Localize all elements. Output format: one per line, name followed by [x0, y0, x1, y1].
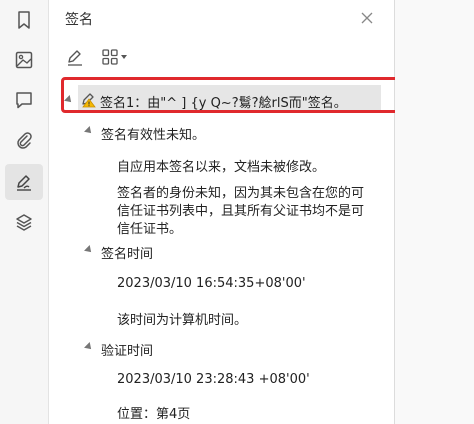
panel-title: 签名	[65, 12, 93, 28]
bookmark-button[interactable]	[5, 2, 43, 38]
sign-time-expand-arrow-icon[interactable]	[84, 245, 94, 255]
bookmark-icon	[18, 11, 30, 29]
document-area	[395, 0, 474, 424]
validity-heading: 签名有效性未知。	[101, 128, 206, 143]
validity-expand-arrow-icon[interactable]	[84, 126, 94, 136]
left-rail	[0, 0, 49, 424]
sign-time-heading: 签名时间	[101, 247, 154, 262]
signature-pen-icon	[17, 175, 31, 191]
image-icon	[15, 51, 33, 69]
verify-time-value: 2023/03/10 23:28:43 +08'00'	[117, 372, 310, 387]
time-source-text: 该时间为计算机时间。	[117, 313, 248, 328]
image-button[interactable]	[5, 42, 43, 78]
comment-button[interactable]	[5, 82, 43, 118]
doc-unmodified-text: 自应用本签名以来，文档未被修改。	[117, 160, 326, 175]
layers-icon	[16, 214, 32, 231]
signature-highlight-box	[61, 77, 434, 113]
signature-pen-icon	[68, 50, 82, 66]
layers-button[interactable]	[5, 204, 43, 240]
identity-unknown-line2: 信任证书列表中，且其所有父证书均不是可	[117, 204, 365, 219]
attachment-button[interactable]	[5, 122, 43, 158]
close-icon	[361, 12, 373, 24]
signature-panel-button[interactable]	[5, 164, 43, 200]
view-options-dropdown[interactable]	[102, 46, 134, 68]
verify-time-heading: 验证时间	[101, 344, 154, 359]
verify-time-expand-arrow-icon[interactable]	[84, 342, 94, 352]
chevron-down-icon	[121, 55, 127, 59]
sign-document-button[interactable]	[65, 46, 89, 68]
signature-panel: 签名 签名1：由"^ ] {y Q~?鬄?艌rlS而"签名。 签名有效性未知。 …	[49, 0, 434, 424]
identity-unknown-line1: 签名者的身份未知，因为其未包含在您的可	[117, 186, 365, 201]
identity-unknown-line3: 信任证书。	[117, 222, 183, 237]
grid-icon	[102, 49, 118, 65]
close-panel-button[interactable]	[357, 8, 377, 28]
comment-icon	[16, 92, 32, 109]
paperclip-icon	[17, 132, 32, 149]
location-text: 位置：第4页	[117, 407, 191, 422]
sign-time-value: 2023/03/10 16:54:35+08'00'	[117, 276, 306, 291]
